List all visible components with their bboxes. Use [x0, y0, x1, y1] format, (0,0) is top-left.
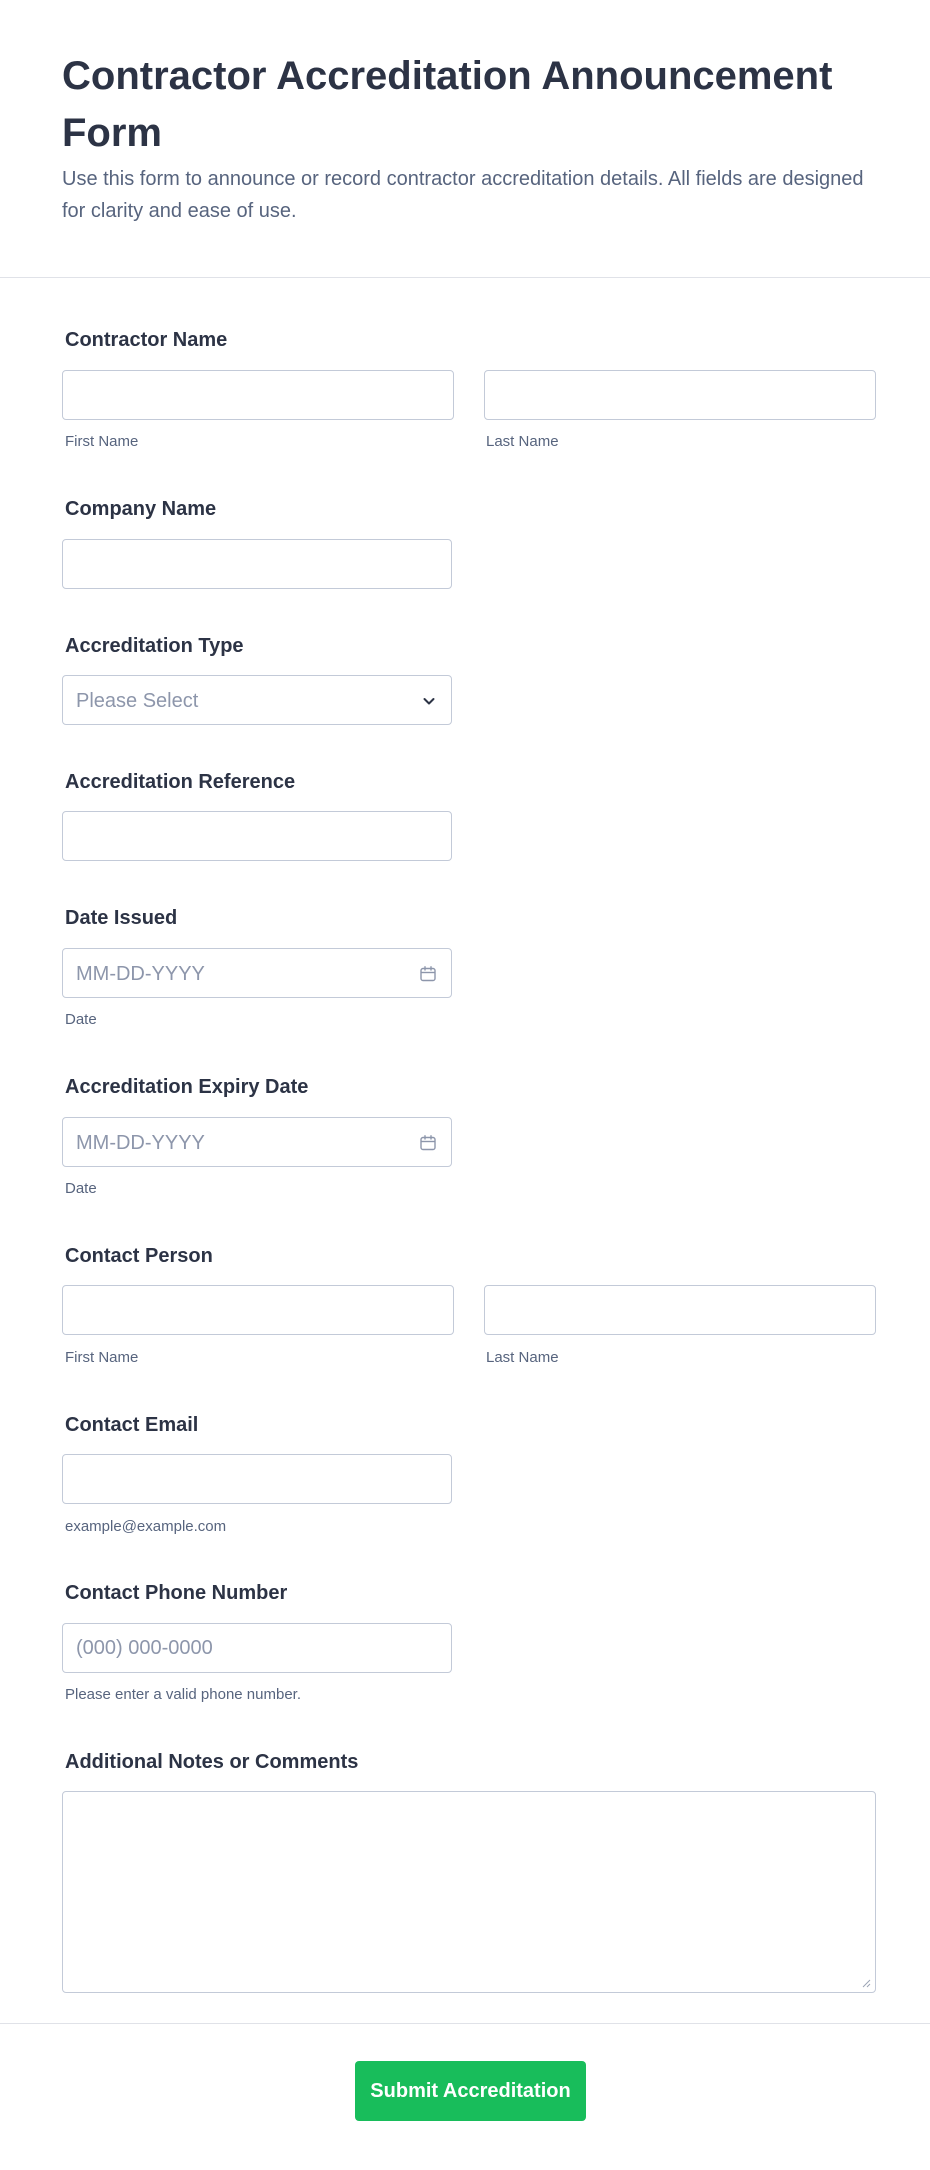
calendar-icon[interactable] [419, 965, 437, 983]
contact-email-input[interactable] [62, 1454, 452, 1504]
contractor-last-name-input[interactable] [484, 370, 876, 420]
date-issued-input[interactable]: MM-DD-YYYY [62, 948, 452, 998]
date-issued-label: Date Issued [65, 907, 178, 929]
expiry-date-input[interactable]: MM-DD-YYYY [62, 1117, 452, 1167]
contact-phone-input[interactable] [62, 1623, 452, 1673]
date-issued-sublabel: Date [65, 1011, 97, 1028]
date-issued-placeholder: MM-DD-YYYY [76, 963, 205, 985]
accreditation-type-label: Accreditation Type [65, 635, 244, 657]
submit-button[interactable]: Submit Accreditation [355, 2061, 586, 2121]
accreditation-reference-input[interactable] [62, 811, 452, 861]
notes-label: Additional Notes or Comments [65, 1751, 359, 1773]
contractor-name-label: Contractor Name [65, 329, 228, 351]
contact-first-name-sublabel: First Name [65, 1349, 139, 1366]
company-name-label: Company Name [65, 498, 217, 520]
expiry-date-sublabel: Date [65, 1180, 97, 1197]
contact-person-label: Contact Person [65, 1245, 213, 1267]
accreditation-reference-label: Accreditation Reference [65, 771, 296, 793]
resize-grip-icon[interactable] [861, 1978, 871, 1988]
contact-phone-sublabel: Please enter a valid phone number. [65, 1686, 301, 1703]
expiry-date-label: Accreditation Expiry Date [65, 1076, 309, 1098]
notes-textarea[interactable] [62, 1791, 876, 1993]
contractor-last-name-sublabel: Last Name [486, 433, 559, 450]
contractor-first-name-sublabel: First Name [65, 433, 139, 450]
contact-first-name-input[interactable] [62, 1285, 454, 1335]
calendar-icon[interactable] [419, 1134, 437, 1152]
page-title: Contractor Accreditation Announcement Fo… [62, 54, 833, 155]
company-name-input[interactable] [62, 539, 452, 589]
chevron-down-icon [423, 698, 435, 705]
accreditation-type-select[interactable]: Please Select [62, 675, 452, 725]
form-description: Use this form to announce or record cont… [62, 168, 864, 222]
contact-last-name-sublabel: Last Name [486, 1349, 559, 1366]
form-header: Contractor Accreditation Announcement Fo… [0, 0, 930, 278]
contact-email-label: Contact Email [65, 1414, 199, 1436]
contact-last-name-input[interactable] [484, 1285, 876, 1335]
accreditation-type-selected-value: Please Select [76, 690, 199, 712]
expiry-date-placeholder: MM-DD-YYYY [76, 1132, 205, 1154]
contractor-first-name-input[interactable] [62, 370, 454, 420]
contact-phone-label: Contact Phone Number [65, 1582, 288, 1604]
contact-email-sublabel: example@example.com [65, 1518, 227, 1535]
